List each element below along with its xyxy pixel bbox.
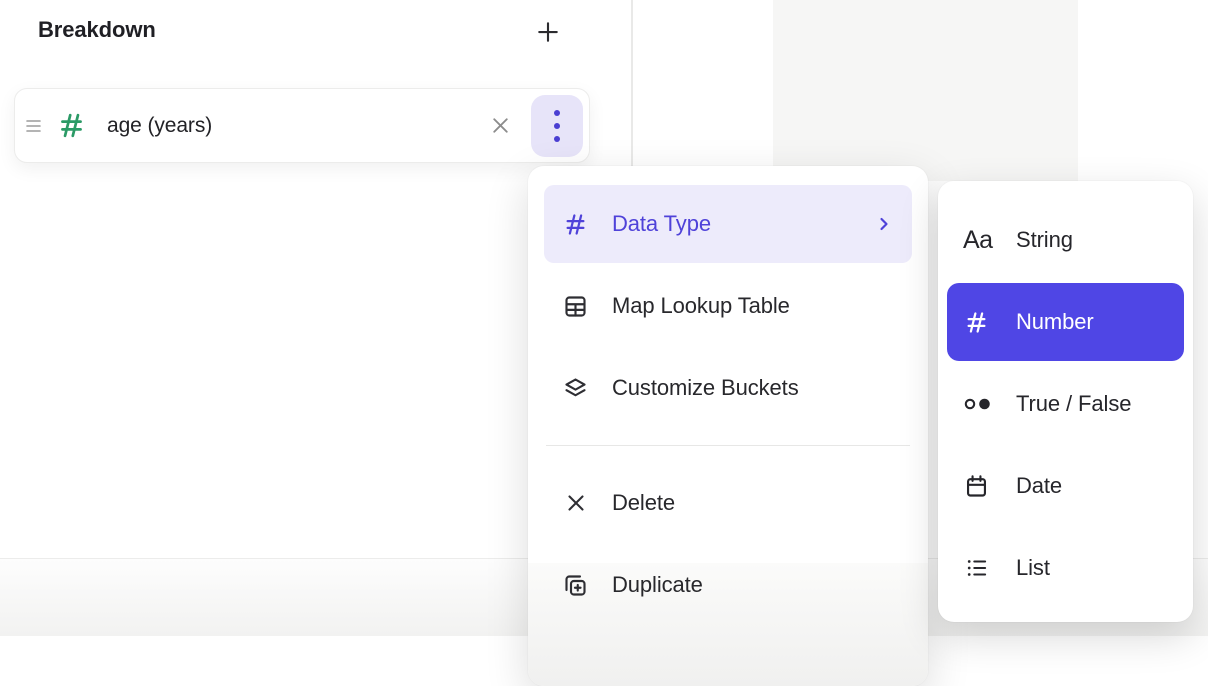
calendar-icon [963, 473, 997, 500]
add-breakdown-button[interactable] [528, 12, 568, 52]
menu-item-customize-buckets[interactable]: Customize Buckets [544, 349, 912, 427]
menu-item-delete[interactable]: Delete [544, 464, 912, 542]
hash-icon [963, 309, 997, 336]
copy-plus-icon [562, 572, 589, 599]
menu-item-label: Duplicate [612, 572, 703, 598]
menu-item-label: Customize Buckets [612, 375, 799, 401]
boolean-circles-icon [963, 392, 997, 416]
close-icon [488, 113, 513, 138]
field-context-menu: Data Type Map Lookup Table Customize Buc… [528, 166, 928, 686]
submenu-item-list[interactable]: List [947, 529, 1184, 607]
field-name-label: age (years) [107, 114, 212, 138]
submenu-item-true-false[interactable]: True / False [947, 365, 1184, 443]
field-menu-button[interactable] [531, 95, 583, 157]
content-placeholder-block [773, 0, 1078, 181]
submenu-item-label: Number [1016, 309, 1094, 335]
plus-icon [533, 17, 563, 47]
page-title: Breakdown [38, 17, 156, 43]
submenu-item-string[interactable]: Aa String [947, 201, 1184, 279]
remove-field-button[interactable] [482, 107, 519, 144]
submenu-item-label: Date [1016, 473, 1062, 499]
drag-handle-icon[interactable] [23, 111, 44, 141]
menu-item-label: Delete [612, 490, 675, 516]
submenu-item-number[interactable]: Number [947, 283, 1184, 361]
menu-item-label: Data Type [612, 211, 711, 237]
data-type-submenu: Aa String Number True / False Date List [938, 181, 1193, 622]
menu-divider [546, 445, 910, 446]
submenu-item-label: List [1016, 555, 1050, 581]
menu-item-duplicate[interactable]: Duplicate [544, 546, 912, 624]
menu-item-data-type[interactable]: Data Type [544, 185, 912, 263]
hash-icon [562, 211, 589, 238]
menu-item-label: Map Lookup Table [612, 293, 790, 319]
string-type-icon: Aa [963, 226, 997, 255]
chevron-right-icon [874, 214, 894, 234]
x-icon [562, 490, 589, 516]
stack-icon [562, 375, 589, 402]
list-icon [963, 555, 997, 581]
dots-vertical-icon [554, 110, 560, 142]
menu-item-map-lookup-table[interactable]: Map Lookup Table [544, 267, 912, 345]
submenu-item-label: True / False [1016, 391, 1131, 417]
number-type-icon [56, 110, 87, 141]
submenu-item-label: String [1016, 227, 1073, 253]
breakdown-field-card: age (years) [14, 88, 590, 163]
table-icon [562, 293, 589, 320]
submenu-item-date[interactable]: Date [947, 447, 1184, 525]
